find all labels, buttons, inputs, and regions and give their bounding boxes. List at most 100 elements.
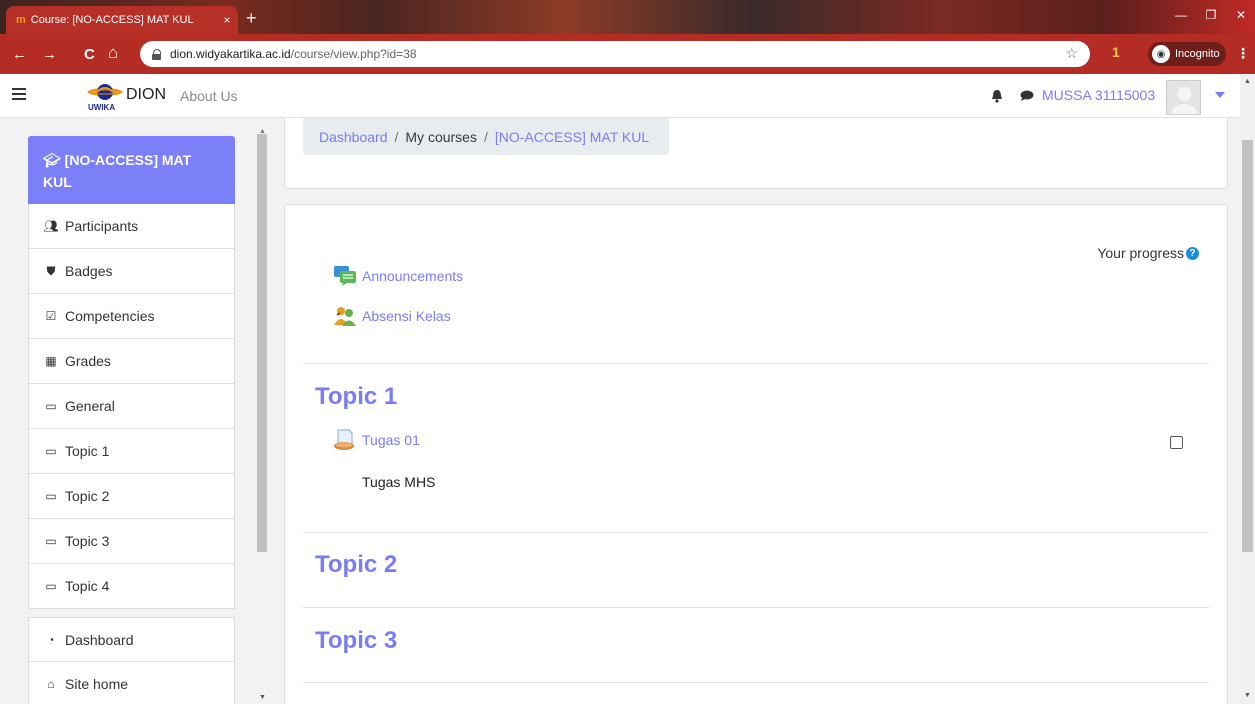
drawer-course-item[interactable]: 🎓︎ [NO-ACCESS] MAT KUL (28, 136, 235, 204)
assignment-link[interactable]: Tugas 01 (362, 432, 420, 448)
section-divider (303, 607, 1209, 608)
assignment-description: Tugas MHS (362, 474, 436, 490)
new-tab-button[interactable]: + (246, 8, 257, 29)
attendance-link[interactable]: Absensi Kelas (362, 308, 451, 324)
drawer-item-topic-3[interactable]: ▭ Topic 3 (28, 519, 235, 564)
url-path: /course/view.php?id=38 (290, 47, 417, 61)
tab-title: Course: [NO-ACCESS] MAT KUL (30, 14, 194, 26)
window-minimize-button[interactable]: — (1166, 4, 1196, 26)
checkbox-icon: ☑ (45, 309, 57, 323)
section-divider (303, 682, 1209, 683)
browser-tab-bar: m Course: [NO-ACCESS] MAT KUL × + — ❐ ✕ (0, 0, 1255, 34)
course-content-card: Your progress ? Announcements Absensi Ke… (284, 204, 1228, 704)
site-navbar: UWIKA DION About Us MUSSA 31115003 (0, 74, 1240, 118)
drawer-scrollbar[interactable]: ▲ ▼ (256, 128, 268, 704)
completion-checkbox[interactable] (1170, 436, 1183, 449)
drawer-item-label: Topic 1 (65, 443, 110, 459)
scroll-up-icon[interactable]: ▲ (1244, 78, 1251, 85)
drawer-item-label: Topic 3 (65, 533, 110, 549)
window-close-button[interactable]: ✕ (1226, 4, 1255, 26)
drawer-item-label: Topic 2 (65, 488, 110, 504)
breadcrumb-dashboard[interactable]: Dashboard (319, 129, 388, 145)
browser-menu-icon[interactable]: ⋮ (1236, 45, 1250, 62)
bookmark-star-icon[interactable]: ☆ (1065, 45, 1078, 62)
forum-icon (334, 266, 356, 286)
incognito-label: Incognito (1175, 48, 1220, 60)
drawer-scroll-thumb[interactable] (257, 134, 267, 552)
user-name[interactable]: MUSSA 31115003 (1042, 87, 1155, 103)
breadcrumb: Dashboard / My courses / [NO-ACCESS] MAT… (303, 118, 669, 155)
drawer-item-topic-1[interactable]: ▭ Topic 1 (28, 429, 235, 474)
drawer-item-participants[interactable]: 👥︎ Participants (28, 204, 235, 249)
drawer-item-site-home[interactable]: ⌂ Site home (28, 662, 235, 704)
announcements-activity[interactable]: Announcements (333, 265, 463, 287)
drawer-item-topic-2[interactable]: ▭ Topic 2 (28, 474, 235, 519)
drawer-item-badges[interactable]: ⛊ Badges (28, 249, 235, 294)
address-bar[interactable]: dion.widyakartika.ac.id/course/view.php?… (140, 41, 1090, 67)
drawer-item-label: Dashboard (65, 631, 134, 648)
drawer-list: 🎓︎ [NO-ACCESS] MAT KUL 👥︎ Participants ⛊… (28, 136, 235, 704)
incognito-icon: ◉ (1152, 45, 1170, 63)
reload-icon[interactable]: C (84, 46, 95, 63)
hamburger-menu-icon[interactable] (12, 88, 26, 100)
scroll-down-icon[interactable]: ▼ (259, 694, 266, 701)
drawer-course-label: [NO-ACCESS] MAT KUL (43, 152, 192, 190)
page-scroll-thumb[interactable] (1242, 140, 1253, 552)
url-host: dion.widyakartika.ac.id (170, 47, 291, 61)
drawer-item-label: Competencies (65, 308, 155, 324)
incognito-badge[interactable]: ◉ Incognito (1148, 42, 1226, 66)
drawer-item-dashboard[interactable]: ◔ Dashboard (28, 617, 235, 662)
nav-drawer: 🎓︎ [NO-ACCESS] MAT KUL 👥︎ Participants ⛊… (0, 118, 270, 704)
drawer-item-label: Grades (65, 353, 111, 369)
drawer-item-label: Participants (65, 218, 139, 234)
drawer-item-general[interactable]: ▭ General (28, 384, 235, 429)
folder-icon: ▭ (45, 489, 57, 503)
home-icon[interactable]: ⌂ (108, 43, 118, 63)
section-title-topic-1[interactable]: Topic 1 (315, 383, 397, 411)
assignment-activity[interactable]: Tugas 01 (333, 429, 420, 451)
about-us-link[interactable]: About Us (180, 88, 238, 104)
messages-icon[interactable] (1020, 90, 1034, 101)
announcements-link[interactable]: Announcements (362, 268, 463, 284)
drawer-item-topic-4[interactable]: ▭ Topic 4 (28, 564, 235, 609)
home-icon: ⌂ (47, 677, 55, 691)
users-icon: 👥︎ (43, 219, 59, 233)
section-title-topic-2[interactable]: Topic 2 (315, 551, 397, 579)
breadcrumb-separator: / (483, 128, 488, 145)
drawer-item-label: Site home (65, 676, 129, 692)
page-scrollbar[interactable]: ▲ ▼ (1240, 74, 1255, 704)
user-avatar[interactable] (1166, 80, 1201, 115)
breadcrumb-my-courses: My courses (405, 128, 477, 145)
section-divider (303, 532, 1209, 533)
progress-label: Your progress (1097, 245, 1184, 261)
browser-tab[interactable]: m Course: [NO-ACCESS] MAT KUL × (6, 6, 238, 34)
scroll-down-icon[interactable]: ▼ (1244, 692, 1251, 699)
tachometer-icon: ◔ (47, 632, 55, 647)
drawer-item-label: Topic 4 (65, 578, 110, 594)
user-menu-caret-icon[interactable] (1215, 92, 1225, 98)
site-brand[interactable]: DION (126, 86, 166, 104)
section-title-topic-3[interactable]: Topic 3 (315, 627, 397, 655)
logo-text: UWIKA (88, 103, 116, 112)
attendance-people-icon (334, 307, 356, 326)
window-maximize-button[interactable]: ❐ (1196, 4, 1226, 26)
your-progress: Your progress ? (1097, 245, 1199, 261)
assignment-icon (334, 429, 354, 450)
notification-bell-icon[interactable] (991, 89, 1003, 103)
drawer-item-competencies[interactable]: ☑ Competencies (28, 294, 235, 339)
breadcrumb-separator: / (394, 128, 399, 145)
folder-icon: ▭ (45, 444, 57, 458)
help-icon[interactable]: ? (1186, 246, 1199, 260)
graduation-cap-icon: 🎓︎ (43, 152, 61, 168)
back-arrow-icon[interactable]: ← (12, 46, 27, 63)
breadcrumb-course[interactable]: [NO-ACCESS] MAT KUL (495, 129, 649, 145)
table-icon: ▦ (45, 354, 57, 368)
drawer-item-grades[interactable]: ▦ Grades (28, 339, 235, 384)
section-divider (303, 363, 1209, 364)
forward-arrow-icon[interactable]: → (42, 46, 57, 63)
browser-toolbar: ← → C ⌂ dion.widyakartika.ac.id/course/v… (0, 34, 1255, 74)
extension-icon[interactable]: 1 (1112, 44, 1120, 60)
tab-close-icon[interactable]: × (216, 13, 238, 27)
folder-icon: ▭ (45, 534, 57, 548)
attendance-activity[interactable]: Absensi Kelas (333, 305, 451, 327)
